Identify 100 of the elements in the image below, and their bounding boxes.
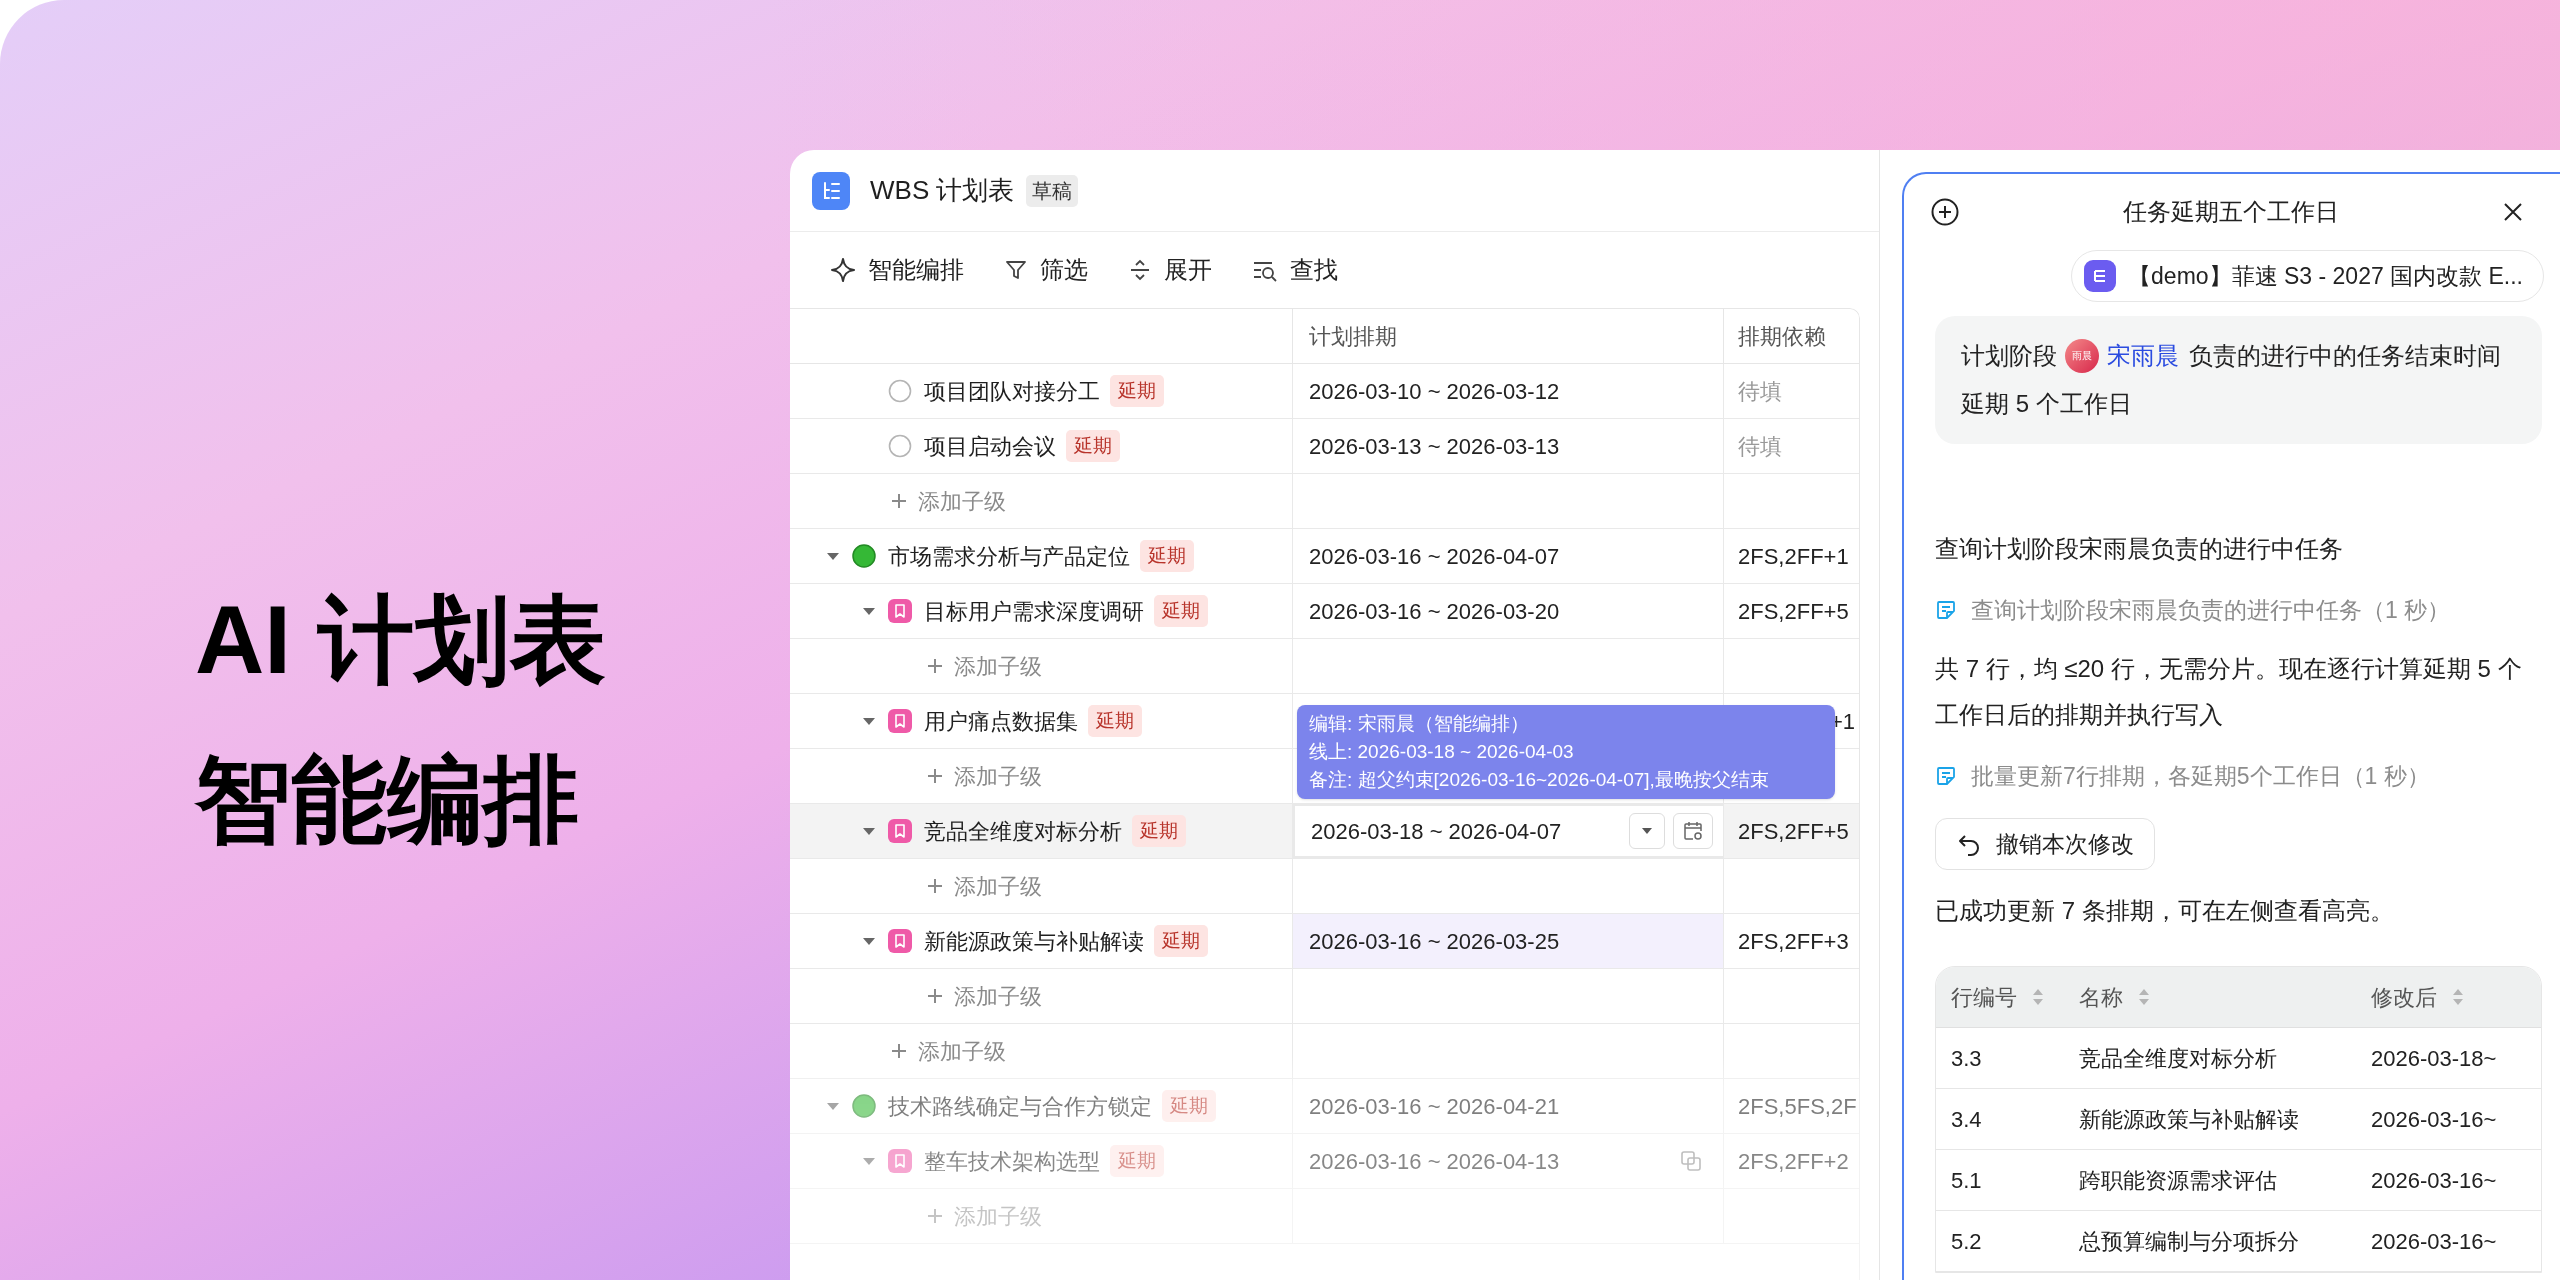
toolbar-button[interactable]: 展开 bbox=[1128, 252, 1212, 288]
delay-badge: 延期 bbox=[1110, 374, 1164, 408]
note-icon bbox=[1935, 765, 1957, 787]
sparkle-icon bbox=[830, 257, 856, 283]
table-cell: 5.2 bbox=[1951, 1228, 1982, 1254]
task-name: 项目启动会议 bbox=[924, 432, 1056, 461]
delay-badge: 延期 bbox=[1154, 594, 1208, 628]
column-header: 修改后 bbox=[2371, 983, 2437, 1012]
panel-title: 任务延期五个工作日 bbox=[2122, 197, 2340, 227]
tooltip-line: 编辑: 宋雨晨（智能编排） bbox=[1309, 712, 1530, 736]
message-text: 已成功更新 7 条排期，可在左侧查看高亮。 bbox=[1935, 896, 2395, 926]
column-header: 行编号 bbox=[1951, 983, 2017, 1012]
date-range: 2026-03-10 ~ 2026-03-12 bbox=[1309, 377, 1561, 406]
status-dot-icon bbox=[852, 544, 876, 568]
context-title: 【demo】菲速 S3 - 2027 国内改款 E... bbox=[2128, 261, 2523, 291]
bookmark-icon bbox=[888, 599, 912, 623]
table-cell: 总预算编制与分项拆分 bbox=[2079, 1228, 2299, 1254]
schedule-cell[interactable]: 2026-03-16 ~ 2026-03-25 bbox=[1293, 914, 1724, 968]
toolbar-button[interactable]: 筛选 bbox=[1004, 252, 1088, 288]
date-range: 2026-03-13 ~ 2026-03-13 bbox=[1309, 432, 1561, 461]
dependency-text: 2FS,2FF+2 bbox=[1738, 1147, 1849, 1176]
date-range: 2026-03-18 ~ 2026-04-07 bbox=[1311, 817, 1563, 846]
bookmark-icon bbox=[888, 1149, 912, 1173]
table-cell: 2026-03-16~ bbox=[2371, 1228, 2497, 1254]
bookmark-icon bbox=[888, 709, 912, 733]
schedule-cell[interactable]: 2026-03-16 ~ 2026-04-13 bbox=[1293, 1134, 1724, 1188]
date-range: 2026-03-16 ~ 2026-03-20 bbox=[1309, 597, 1561, 626]
table-row[interactable]: 项目启动会议 延期 2026-03-13 ~ 2026-03-13 待填 bbox=[790, 419, 1859, 474]
schedule-cell[interactable]: 2026-03-16 ~ 2026-04-21 bbox=[1293, 1079, 1724, 1133]
toolbar-button[interactable]: 查找 bbox=[1252, 252, 1338, 288]
dependency-text: 待填 bbox=[1738, 432, 1782, 461]
circle-icon bbox=[888, 379, 912, 403]
mention-link[interactable]: 宋雨晨 bbox=[2107, 342, 2179, 369]
undo-button[interactable]: 撤销本次修改 bbox=[1935, 818, 2155, 870]
plus-icon bbox=[926, 877, 944, 895]
dependency-text: 待填 bbox=[1738, 377, 1782, 406]
dropdown-button[interactable] bbox=[1629, 813, 1665, 849]
table-cell: 3.3 bbox=[1951, 1045, 1982, 1071]
dependency-text: 2FS,2FF+5 bbox=[1738, 597, 1849, 626]
task-name: 新能源政策与补贴解读 bbox=[924, 927, 1144, 956]
avatar: 雨晨 bbox=[2065, 338, 2099, 373]
table-cell: 3.4 bbox=[1951, 1106, 1982, 1132]
dependency-text: 2FS,2FF+3 bbox=[1738, 927, 1849, 956]
table-cell: 竞品全维度对标分析 bbox=[2079, 1045, 2277, 1071]
plus-icon bbox=[890, 1042, 908, 1060]
table-row[interactable]: 技术路线确定与合作方锁定 延期 2026-03-16 ~ 2026-04-21 2FS,5FS,2F bbox=[790, 1079, 1859, 1134]
table-row[interactable]: 整车技术架构选型 延期 2026-03-16 ~ 2026-04-13 2FS,2FF+2 bbox=[790, 1134, 1859, 1189]
sheet-title: WBS 计划表 bbox=[870, 174, 1015, 207]
schedule-cell[interactable]: 2026-03-18 ~ 2026-04-07 bbox=[1293, 804, 1724, 858]
table-row[interactable]: 竞品全维度对标分析 延期 2026-03-18 ~ 2026-04-07 2FS,2FF+5 bbox=[790, 804, 1859, 859]
table-cell: 2026-03-18~ bbox=[2371, 1045, 2497, 1071]
document-icon bbox=[2084, 260, 2117, 292]
schedule-settings-button[interactable] bbox=[1673, 813, 1713, 849]
delay-badge: 延期 bbox=[1066, 429, 1120, 463]
dependency-text: 2FS,5FS,2F bbox=[1738, 1092, 1857, 1121]
schedule-cell[interactable]: 2026-03-10 ~ 2026-03-12 bbox=[1293, 364, 1724, 418]
table-cell: 2026-03-16~ bbox=[2371, 1167, 2497, 1193]
schedule-cell[interactable]: 2026-03-13 ~ 2026-03-13 bbox=[1293, 419, 1724, 473]
table-cell: 新能源政策与补贴解读 bbox=[2079, 1106, 2299, 1132]
date-range: 2026-03-16 ~ 2026-04-07 bbox=[1309, 542, 1561, 571]
delay-badge: 延期 bbox=[1162, 1089, 1216, 1123]
message-text: 计划阶段 雨晨 宋雨晨 负责的进行中的任务结束时间延期 5 个工作日 bbox=[1961, 332, 2516, 428]
tooltip-line: 备注: 超父约束[2026-03-16~2026-04-07],最晚按父结束 bbox=[1309, 768, 1770, 792]
table-row[interactable]: 项目团队对接分工 延期 2026-03-10 ~ 2026-03-12 待填 bbox=[790, 364, 1859, 419]
column-header: 计划排期 bbox=[1309, 322, 1397, 351]
note-icon bbox=[1935, 599, 1957, 621]
headline-text: AI 计划表 bbox=[195, 592, 607, 688]
date-range: 2026-03-16 ~ 2026-03-25 bbox=[1309, 927, 1561, 956]
table-row[interactable]: 目标用户需求深度调研 延期 2026-03-16 ~ 2026-03-20 2FS,2FF+5 bbox=[790, 584, 1859, 639]
task-name: 用户痛点数据集 bbox=[924, 707, 1078, 736]
bookmark-icon bbox=[888, 929, 912, 953]
task-name: 项目团队对接分工 bbox=[924, 377, 1100, 406]
date-range: 2026-03-16 ~ 2026-04-21 bbox=[1309, 1092, 1561, 1121]
task-name: 市场需求分析与产品定位 bbox=[888, 542, 1130, 571]
draft-badge: 草稿 bbox=[1026, 174, 1079, 207]
delay-badge: 延期 bbox=[1132, 814, 1186, 848]
bookmark-icon bbox=[888, 819, 912, 843]
table-cell: 2026-03-16~ bbox=[2371, 1106, 2497, 1132]
table-row[interactable]: 新能源政策与补贴解读 延期 2026-03-16 ~ 2026-03-25 2FS,2FF+3 bbox=[790, 914, 1859, 969]
task-name: 目标用户需求深度调研 bbox=[924, 597, 1144, 626]
sheet-icon bbox=[812, 171, 850, 210]
expand-icon bbox=[1128, 258, 1152, 282]
column-header: 名称 bbox=[2079, 983, 2123, 1012]
delay-badge: 延期 bbox=[1110, 1144, 1164, 1178]
plus-icon bbox=[926, 1207, 944, 1225]
filter-icon bbox=[1004, 258, 1028, 282]
schedule-cell[interactable]: 2026-03-16 ~ 2026-04-07 bbox=[1293, 529, 1724, 583]
date-range: 2026-03-16 ~ 2026-04-13 bbox=[1309, 1147, 1561, 1176]
delay-badge: 延期 bbox=[1154, 924, 1208, 958]
circle-icon bbox=[888, 434, 912, 458]
schedule-cell[interactable]: 2026-03-16 ~ 2026-03-20 bbox=[1293, 584, 1724, 638]
plus-icon bbox=[926, 657, 944, 675]
delay-badge: 延期 bbox=[1140, 539, 1194, 573]
toolbar-button[interactable]: 智能编排 bbox=[830, 252, 964, 288]
plus-icon bbox=[926, 987, 944, 1005]
plus-icon bbox=[926, 767, 944, 785]
table-row[interactable]: 市场需求分析与产品定位 延期 2026-03-16 ~ 2026-04-07 2FS,2FF+1 bbox=[790, 529, 1859, 584]
message-text: 共 7 行，均 ≤20 行，无需分片。现在逐行计算延期 5 个工作日后的排期并执行写入 bbox=[1935, 654, 2523, 730]
headline-text: 智能编排 bbox=[195, 752, 580, 848]
calendar-gear-icon bbox=[1682, 820, 1704, 842]
